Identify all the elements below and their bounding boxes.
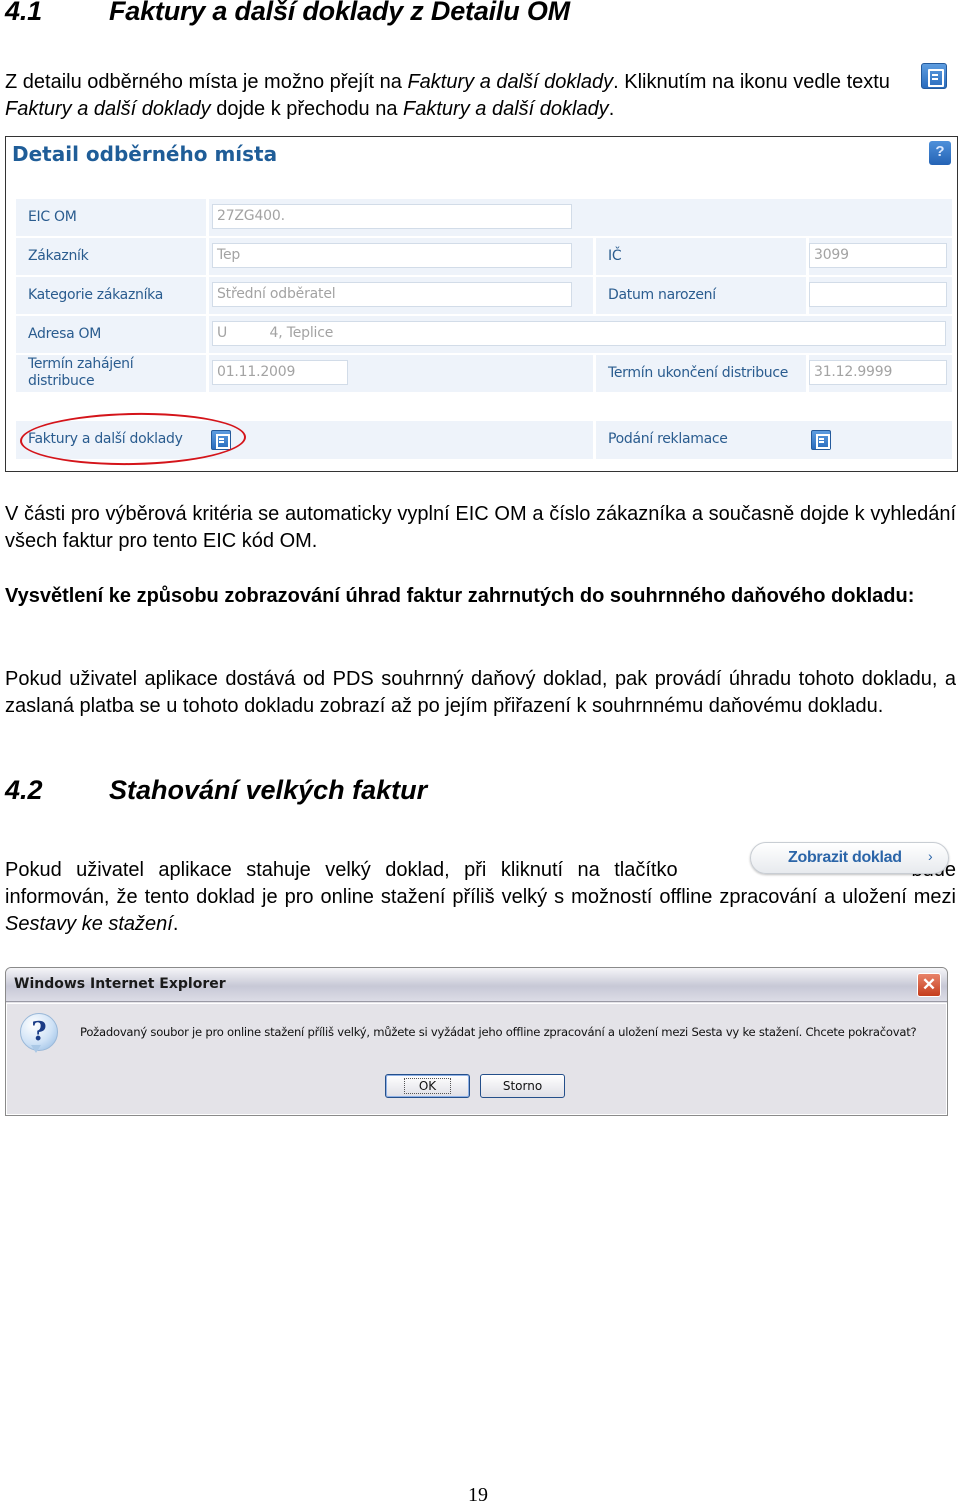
distribution-start-field[interactable]: 01.11.2009 — [212, 360, 348, 385]
birth-date-field[interactable] — [809, 282, 947, 307]
form-row: Termín zahájení distribuce 01.11.2009 Te… — [16, 355, 952, 394]
section-title: Stahování velkých faktur — [109, 775, 428, 805]
help-icon[interactable]: ? — [929, 141, 951, 165]
button-label: Zobrazit doklad — [788, 849, 902, 866]
eic-om-field[interactable]: 27ZG400. — [212, 204, 572, 229]
field-label: EIC OM — [28, 209, 77, 225]
dialog-titlebar: Windows Internet Explorer ✕ — [6, 968, 947, 1002]
ic-field[interactable]: 3099 — [809, 243, 947, 268]
detail-form: EIC OM 27ZG400. Zákazník Tep IČ 3099 Kat… — [16, 199, 952, 394]
section-heading-4-2: 4.2 Stahování velkých faktur — [5, 775, 427, 806]
dialog-message: Požadovaný soubor je pro online stažení … — [80, 1025, 917, 1039]
cancel-button[interactable]: Storno — [480, 1074, 565, 1098]
form-row: Zákazník Tep IČ 3099 — [16, 238, 952, 277]
form-row: EIC OM 27ZG400. — [16, 199, 952, 238]
panel-title: Detail odběrného místa — [12, 142, 278, 166]
section-title: Faktury a další doklady z Detailu OM — [109, 0, 570, 26]
field-label: Zákazník — [28, 248, 89, 264]
field-label: Adresa OM — [28, 326, 102, 342]
document-list-icon[interactable] — [811, 430, 831, 450]
paragraph: V části pro výběrová kritéria se automat… — [5, 503, 956, 552]
complaint-link[interactable]: Podání reklamace — [608, 431, 728, 447]
intro-paragraph: Z detailu odběrného místa je možno přejí… — [5, 71, 890, 120]
dialog-title: Windows Internet Explorer — [14, 976, 226, 992]
section-number: 4.1 — [5, 0, 42, 26]
customer-category-field[interactable]: Střední odběratel — [212, 282, 572, 307]
page-number: 19 — [468, 1484, 488, 1506]
field-label: IČ — [608, 248, 622, 264]
chevron-right-icon: › — [928, 848, 933, 864]
distribution-end-field[interactable]: 31.12.9999 — [809, 360, 947, 385]
close-icon[interactable]: ✕ — [917, 973, 941, 997]
section-heading-4-1: 4.1 Faktury a další doklady z Detailu OM — [5, 0, 570, 27]
question-icon: ? — [20, 1013, 58, 1053]
show-document-button[interactable]: Zobrazit doklad › — [750, 842, 949, 874]
paragraph: Pokud uživatel aplikace dostává od PDS s… — [5, 668, 956, 717]
address-field[interactable]: U 4, Teplice — [212, 321, 946, 346]
field-label: Datum narození — [608, 287, 716, 303]
bold-paragraph: Vysvětlení ke způsobu zobrazování úhrad … — [5, 585, 915, 607]
form-row: Adresa OM U 4, Teplice — [16, 316, 952, 355]
field-label: Kategorie zákazníka — [28, 287, 163, 303]
section-number: 4.2 — [5, 775, 43, 805]
document-list-icon — [921, 63, 947, 89]
customer-field[interactable]: Tep — [212, 243, 572, 268]
ok-button[interactable]: OK — [385, 1074, 470, 1098]
field-label: Termín ukončení distribuce — [608, 365, 789, 381]
field-label: Termín zahájení distribuce — [28, 356, 134, 389]
ie-dialog: Windows Internet Explorer ✕ ? Požadovaný… — [5, 967, 948, 1116]
form-row: Kategorie zákazníka Střední odběratel Da… — [16, 277, 952, 316]
